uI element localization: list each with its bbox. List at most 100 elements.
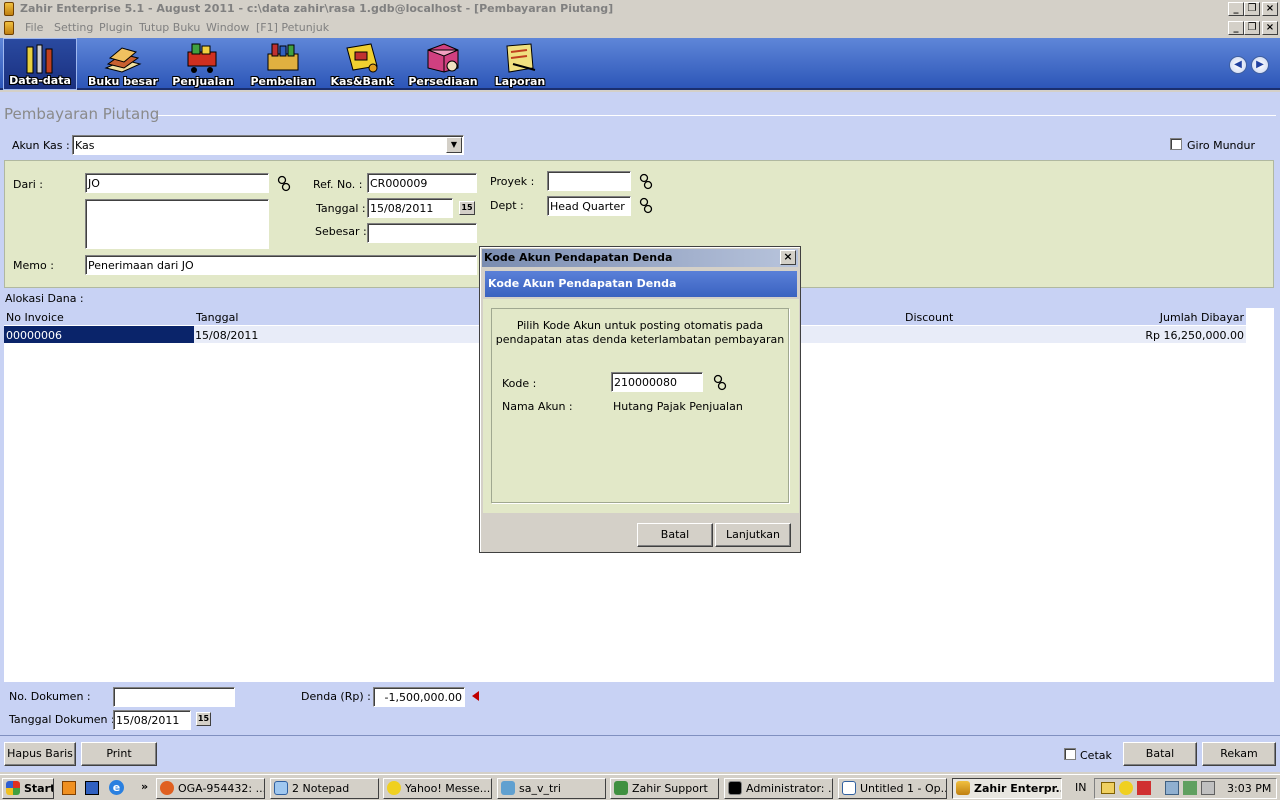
akun-kas-select[interactable]: Kas xyxy=(72,135,464,155)
cell-tanggal[interactable]: 15/08/2011 xyxy=(195,329,258,342)
tanggal-input[interactable]: 15/08/2011 xyxy=(367,198,453,218)
menu-file[interactable]: File xyxy=(25,21,43,34)
menu-help[interactable]: [F1] Petunjuk xyxy=(256,21,329,34)
taskbar-item-sa[interactable]: sa_v_tri xyxy=(497,778,606,799)
dialog-batal-button[interactable]: Batal xyxy=(637,523,713,547)
dept-input[interactable]: Head Quarter xyxy=(547,196,631,216)
menu-window[interactable]: Window xyxy=(206,21,249,34)
minimize-icon[interactable]: _ xyxy=(1228,2,1244,16)
title-divider xyxy=(158,115,1276,116)
update-icon[interactable] xyxy=(1183,781,1197,795)
calendar-icon[interactable]: 15 xyxy=(459,201,475,215)
volume-icon[interactable] xyxy=(1201,781,1215,795)
system-tray: 3:03 PM xyxy=(1094,778,1277,799)
hapus-baris-button[interactable]: Hapus Baris xyxy=(4,742,76,766)
ie-icon[interactable]: e xyxy=(109,780,124,795)
language-indicator[interactable]: IN xyxy=(1075,781,1086,794)
no-dokumen-input[interactable] xyxy=(113,687,235,707)
denda-input[interactable]: -1,500,000.00 xyxy=(373,687,465,707)
memo-input[interactable]: Penerimaan dari JO xyxy=(85,255,477,275)
memo-label: Memo : xyxy=(13,259,54,272)
cart-icon xyxy=(184,42,222,74)
denda-arrow-icon[interactable] xyxy=(472,691,479,701)
toolbar-penjualan[interactable]: Penjualan xyxy=(170,38,236,90)
mdi-minimize-icon[interactable]: _ xyxy=(1228,21,1244,35)
taskbar-item-yahoo[interactable]: Yahoo! Messe... xyxy=(383,778,492,799)
taskbar-item-openoffice[interactable]: Untitled 1 - Op... xyxy=(838,778,947,799)
taskbar-item-zahir[interactable]: Zahir Enterpr... xyxy=(952,778,1062,799)
box-icon xyxy=(424,42,462,74)
nav-back-icon[interactable]: ◀ xyxy=(1229,56,1247,74)
taskbar-item-notepad[interactable]: 2 Notepad xyxy=(270,778,379,799)
taskbar-item-cmd[interactable]: Administrator: ... xyxy=(724,778,833,799)
dept-label: Dept : xyxy=(490,199,524,212)
toolbar-data-data[interactable]: Data-data xyxy=(3,38,77,90)
toolbar-buku-besar[interactable]: Buku besar xyxy=(88,38,158,90)
toolbar-pembelian[interactable]: Pembelian xyxy=(250,38,316,90)
basket-icon xyxy=(264,42,302,74)
antivirus-icon[interactable] xyxy=(1137,781,1151,795)
col-jumlah-dibayar[interactable]: Jumlah Dibayar xyxy=(1160,311,1244,324)
ref-input[interactable]: CR000009 xyxy=(367,173,477,193)
mail-icon[interactable] xyxy=(1101,782,1115,794)
tgl-dokumen-label: Tanggal Dokumen : xyxy=(9,713,115,726)
clock[interactable]: 3:03 PM xyxy=(1227,782,1271,795)
close-icon[interactable]: × xyxy=(1262,2,1278,16)
lookup-icon[interactable] xyxy=(277,175,291,193)
sebesar-label: Sebesar : xyxy=(315,225,367,238)
menu-setting[interactable]: Setting xyxy=(54,21,93,34)
lookup-icon[interactable] xyxy=(639,197,653,215)
dari-input[interactable]: JO xyxy=(85,173,269,193)
desktop-icon[interactable] xyxy=(85,781,99,795)
col-discount[interactable]: Discount xyxy=(905,311,953,324)
cetak-checkbox[interactable] xyxy=(1064,748,1076,760)
col-tanggal[interactable]: Tanggal xyxy=(196,311,238,324)
taskbar-item-firefox[interactable]: OGA-954432: ... xyxy=(156,778,265,799)
dari-address-box[interactable] xyxy=(85,199,269,249)
report-icon xyxy=(501,42,539,74)
proyek-input[interactable] xyxy=(547,171,631,191)
app-icon xyxy=(4,2,14,16)
tgl-dokumen-input[interactable]: 15/08/2011 xyxy=(113,710,191,730)
toolbar-kas-bank[interactable]: Kas&Bank xyxy=(330,38,394,90)
restore-icon[interactable]: ❐ xyxy=(1244,2,1260,16)
chevron-right-icon[interactable]: » xyxy=(141,780,148,793)
dialog-close-icon[interactable]: × xyxy=(780,250,796,265)
kode-input[interactable]: 210000080 xyxy=(611,372,703,392)
no-dokumen-label: No. Dokumen : xyxy=(9,690,91,703)
window-title: Zahir Enterprise 5.1 - August 2011 - c:\… xyxy=(20,2,614,15)
tanggal-label: Tanggal : xyxy=(316,202,366,215)
selected-cell[interactable]: 00000006 xyxy=(4,326,194,343)
cell-jumlah[interactable]: Rp 16,250,000.00 xyxy=(1145,329,1244,342)
calendar-icon[interactable]: 15 xyxy=(196,712,211,726)
media-icon[interactable] xyxy=(62,781,76,795)
sebesar-input[interactable] xyxy=(367,223,477,243)
print-button[interactable]: Print xyxy=(81,742,157,766)
start-button[interactable]: Start xyxy=(2,778,54,799)
dialog-title: Kode Akun Pendapatan Denda × xyxy=(482,249,798,267)
toolbar-persediaan[interactable]: Persediaan xyxy=(408,38,478,90)
mdi-restore-icon[interactable]: ❐ xyxy=(1244,21,1260,35)
proyek-label: Proyek : xyxy=(490,175,535,188)
chevron-down-icon[interactable]: ▼ xyxy=(446,137,462,153)
menu-tutup-buku[interactable]: Tutup Buku xyxy=(139,21,200,34)
cetak-label: Cetak xyxy=(1080,749,1112,762)
rekam-button[interactable]: Rekam xyxy=(1202,742,1276,766)
nav-forward-icon[interactable]: ▶ xyxy=(1251,56,1269,74)
smiley-icon[interactable] xyxy=(1119,781,1133,795)
network-icon[interactable] xyxy=(1165,781,1179,795)
lookup-icon[interactable] xyxy=(713,374,727,392)
col-no-invoice[interactable]: No Invoice xyxy=(6,311,64,324)
batal-button[interactable]: Batal xyxy=(1123,742,1197,766)
dialog-lanjutkan-button[interactable]: Lanjutkan xyxy=(715,523,791,547)
tools-icon xyxy=(21,43,59,75)
menu-plugin[interactable]: Plugin xyxy=(99,21,133,34)
toolbar-laporan[interactable]: Laporan xyxy=(490,38,550,90)
taskbar-item-zahir-support[interactable]: Zahir Support xyxy=(610,778,719,799)
lookup-icon[interactable] xyxy=(639,173,653,191)
giro-mundur-checkbox[interactable] xyxy=(1170,138,1182,150)
mdi-close-icon[interactable]: × xyxy=(1262,21,1278,35)
document-icon xyxy=(842,781,856,795)
menu-app-icon[interactable] xyxy=(4,21,14,35)
taskbar: Start e » OGA-954432: ... 2 Notepad Yaho… xyxy=(0,774,1280,800)
